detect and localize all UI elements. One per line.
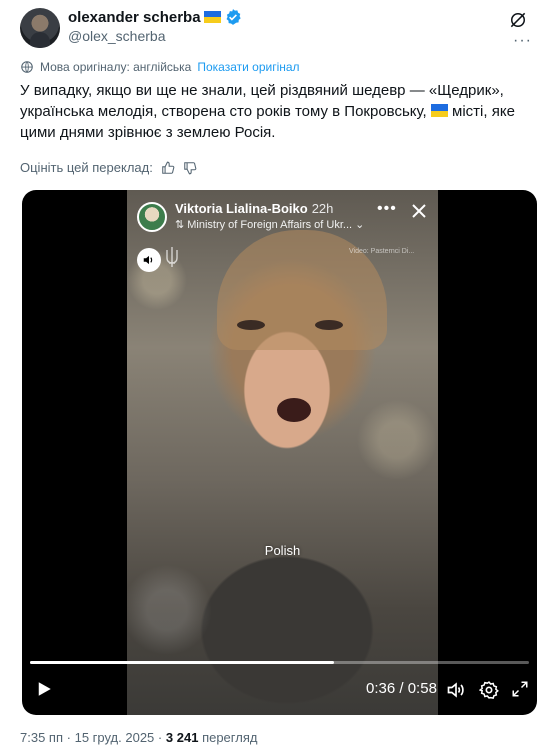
avatar[interactable] xyxy=(20,8,60,48)
thumbs-down-icon[interactable] xyxy=(183,161,197,175)
story-close-icon xyxy=(412,204,426,218)
ukraine-flag-icon xyxy=(203,11,221,23)
views-count: 3 241 xyxy=(165,730,199,745)
rate-translation: Оцініть цей переклад: xyxy=(20,160,197,175)
story-sound-icon xyxy=(137,248,161,272)
story-more-icon: ••• xyxy=(377,200,397,217)
translation-note: Мова оригіналу: англійська Показати ориг… xyxy=(20,60,300,74)
meta-separator: · xyxy=(157,730,163,745)
video-subject-mouth xyxy=(277,398,311,422)
more-options-icon[interactable]: ··· xyxy=(513,32,532,50)
rate-translation-label: Оцініть цей переклад: xyxy=(20,160,153,175)
video-watermark: Video: Pasternci Di... xyxy=(349,248,415,255)
video-frame[interactable]: Viktoria Lialina-Boiko 22h ⇅ Ministry of… xyxy=(127,190,438,715)
settings-gear-icon[interactable] xyxy=(479,680,499,700)
tweet-header: olexander scherba @olex_scherba ··· xyxy=(20,8,532,50)
video-progress-fill xyxy=(30,661,335,664)
volume-icon[interactable] xyxy=(446,680,466,700)
play-icon[interactable] xyxy=(35,680,53,698)
views-label: перегляд xyxy=(202,730,258,745)
video-time: 0:36 / 0:58 xyxy=(366,680,437,697)
verified-badge-icon xyxy=(226,9,241,25)
repost-icon: ⇅ xyxy=(175,219,185,231)
chevron-down-icon: ⌄ xyxy=(355,219,365,231)
tweet-date[interactable]: 15 груд. 2025 xyxy=(75,730,155,745)
story-source-label: Ministry of Foreign Affairs of Ukr... xyxy=(187,218,353,231)
globe-icon xyxy=(21,61,33,73)
thumbs-up-icon[interactable] xyxy=(161,161,175,175)
tweet-text: У випадку, якщо ви ще не знали, цей різд… xyxy=(20,80,535,143)
fullscreen-icon[interactable] xyxy=(511,680,529,698)
video-current-time: 0:36 xyxy=(366,680,396,697)
meta-separator: · xyxy=(66,730,71,745)
translation-language-label: Мова оригіналу: англійська xyxy=(40,60,192,74)
trident-icon xyxy=(166,247,178,267)
tweet-time[interactable]: 7:35 пп xyxy=(20,730,63,745)
grok-icon[interactable] xyxy=(508,10,528,30)
video-time-separator: / xyxy=(399,680,404,697)
video-duration: 0:58 xyxy=(407,680,437,697)
story-time: 22h xyxy=(311,201,334,216)
video-subject-eye xyxy=(237,320,265,330)
author-name[interactable]: olexander scherba xyxy=(68,9,201,26)
story-author-name: Viktoria Lialina-Boiko xyxy=(175,201,308,216)
author-name-row[interactable]: olexander scherba xyxy=(68,8,242,26)
ukraine-flag-emoji-icon xyxy=(430,104,448,117)
tweet-meta: 7:35 пп · 15 груд. 2025 · 3 241 перегляд xyxy=(20,730,257,745)
story-author: Viktoria Lialina-Boiko 22h xyxy=(175,201,333,216)
video-player[interactable]: Viktoria Lialina-Boiko 22h ⇅ Ministry of… xyxy=(22,190,537,715)
author-handle[interactable]: @olex_scherba xyxy=(68,28,166,44)
story-source: ⇅ Ministry of Foreign Affairs of Ukr... … xyxy=(175,218,365,232)
video-progress-bar[interactable] xyxy=(30,661,529,664)
story-author-avatar xyxy=(137,202,167,232)
video-caption: Polish xyxy=(264,543,301,558)
show-original-link[interactable]: Показати оригінал xyxy=(197,60,299,74)
video-subject-eye xyxy=(315,320,343,330)
